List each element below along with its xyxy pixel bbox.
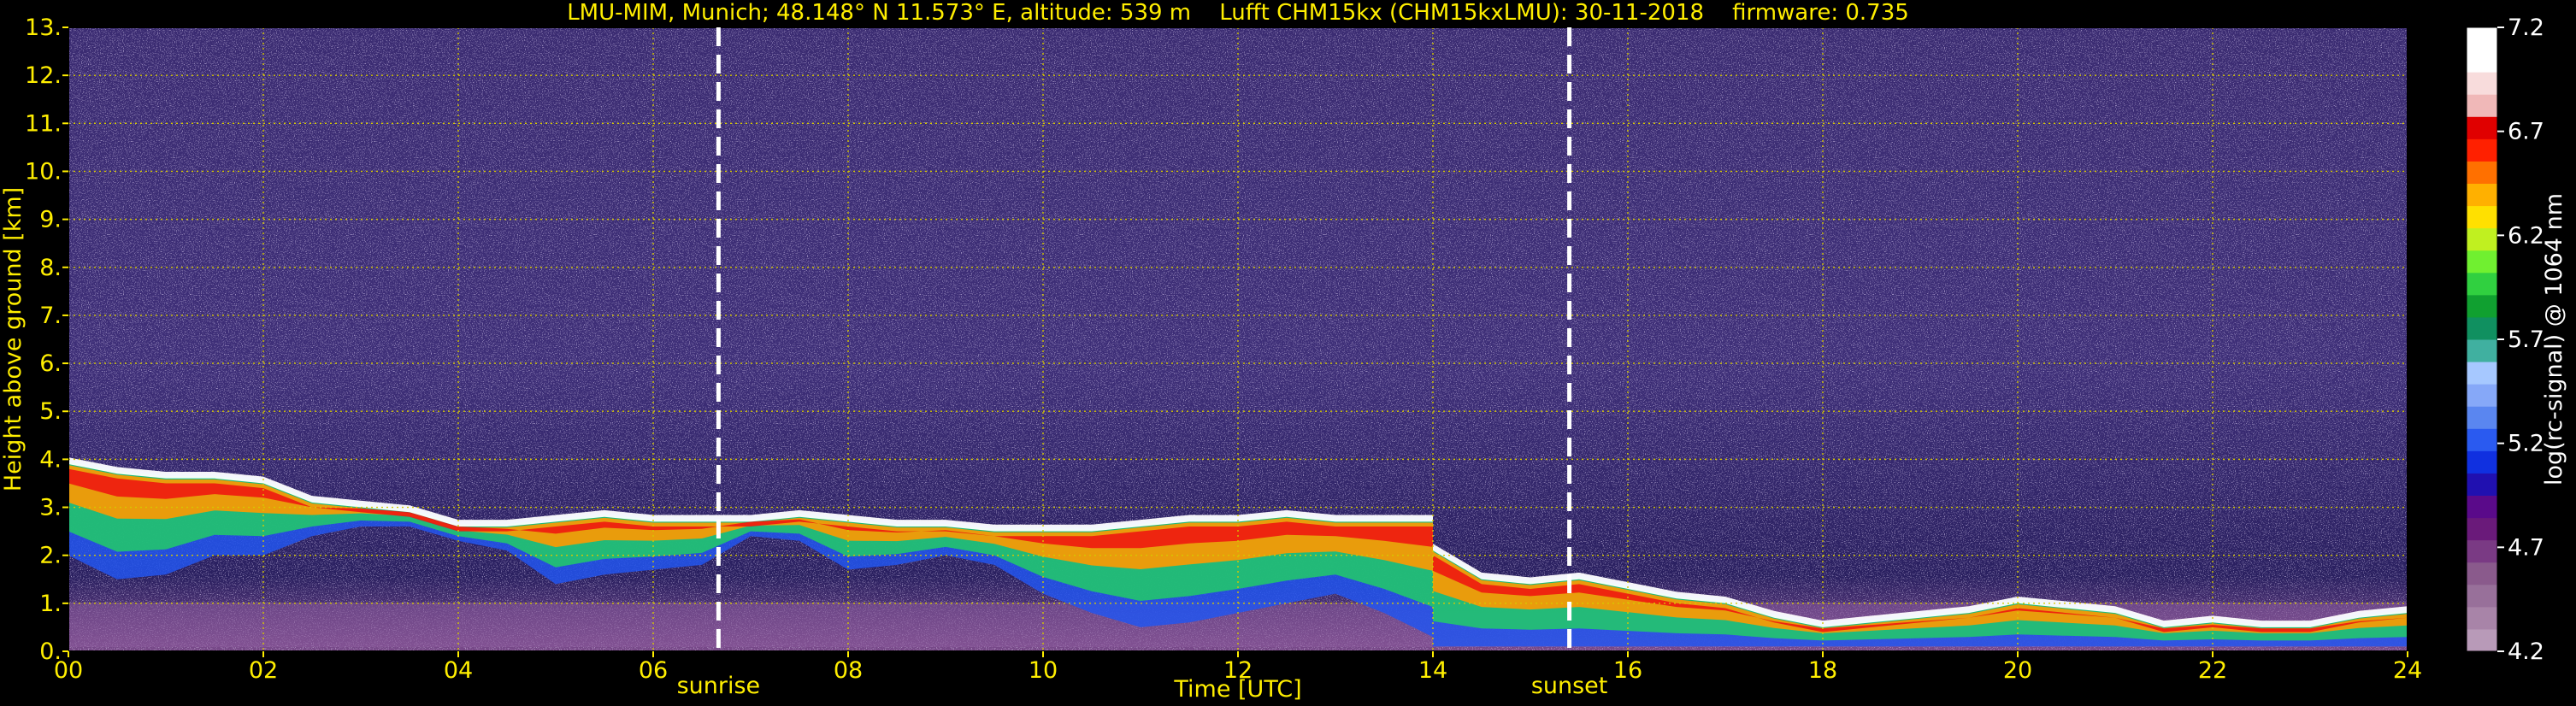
y-tick-label: 0. <box>39 638 62 665</box>
colorbar-swatch <box>2467 183 2497 207</box>
colorbar-swatch <box>2467 27 2497 50</box>
y-axis-ticks: 0. 1. 2. 3. 4. 5. 6. 7. 8. 9. 10. 11. 12. 13. <box>25 15 68 665</box>
colorbar-swatch <box>2467 72 2497 95</box>
x-tick-label: 16 <box>1613 657 1642 684</box>
colorbar-swatch <box>2467 428 2497 451</box>
y-tick-label: 11. <box>25 110 62 137</box>
colorbar-swatch <box>2467 272 2497 296</box>
x-tick-label: 06 <box>639 657 668 684</box>
x-tick-label: 10 <box>1029 657 1058 684</box>
colorbar-swatch <box>2467 294 2497 318</box>
colorbar-swatch <box>2467 205 2497 229</box>
colorbar-tick-label: 5.7 <box>2508 327 2544 353</box>
x-tick-label: 08 <box>834 657 863 684</box>
ceilometer-figure: sunrise sunset 00 02 04 06 08 10 12 14 16 18 20 22 24… <box>0 0 2576 706</box>
colorbar-swatch <box>2467 606 2497 630</box>
colorbar-swatch <box>2467 562 2497 585</box>
colorbar-tick-label: 7.2 <box>2508 15 2544 41</box>
colorbar-swatch <box>2467 339 2497 362</box>
colorbar-swatch <box>2467 406 2497 429</box>
y-tick-label: 4. <box>39 446 62 473</box>
marker-label-sunset: sunset <box>1531 673 1608 699</box>
y-tick-label: 5. <box>39 398 62 425</box>
y-tick-label: 3. <box>39 495 62 521</box>
colorbar-swatch <box>2467 473 2497 496</box>
colorbar-tick-label: 5.2 <box>2508 431 2544 457</box>
x-tick-label: 18 <box>1808 657 1837 684</box>
y-axis-label: Height above ground [km] <box>0 187 27 491</box>
colorbar-swatch <box>2467 450 2497 474</box>
x-tick-label: 24 <box>2393 657 2422 684</box>
colorbar-swatch <box>2467 116 2497 139</box>
colorbar-swatch <box>2467 94 2497 117</box>
y-tick-label: 9. <box>39 207 62 233</box>
y-tick-label: 7. <box>39 303 62 329</box>
colorbar-tick-label: 4.2 <box>2508 638 2544 665</box>
x-tick-label: 20 <box>2003 657 2032 684</box>
x-tick-label: 14 <box>1418 657 1447 684</box>
colorbar-swatch <box>2467 161 2497 184</box>
colorbar-swatch <box>2467 539 2497 563</box>
colorbar-swatch <box>2467 362 2497 385</box>
colorbar-swatch <box>2467 495 2497 519</box>
colorbar-label: log(rc-signal) @ 1064 nm <box>2541 193 2567 485</box>
colorbar-ticks: 4.2 4.7 5.2 5.7 6.2 6.7 7.2 <box>2497 15 2544 665</box>
colorbar-swatch <box>2467 517 2497 541</box>
marker-label-sunrise: sunrise <box>677 673 761 699</box>
y-tick-label: 6. <box>39 350 62 377</box>
y-tick-label: 2. <box>39 543 62 569</box>
y-tick-label: 10. <box>25 158 62 185</box>
colorbar-swatch <box>2467 316 2497 340</box>
x-tick-label: 02 <box>249 657 278 684</box>
colorbar-swatches <box>2467 27 2497 652</box>
colorbar-swatch <box>2467 250 2497 274</box>
x-tick-label: 22 <box>2198 657 2227 684</box>
colorbar-tick-label: 6.7 <box>2508 119 2544 145</box>
colorbar-swatch <box>2467 227 2497 251</box>
chart-title: LMU-MIM, Munich; 48.148° N 11.573° E, al… <box>567 0 1909 26</box>
colorbar-tick-label: 4.7 <box>2508 534 2544 561</box>
colorbar: 4.2 4.7 5.2 5.7 6.2 6.7 7.2 log(rc-signal) @ 1… <box>2466 15 2567 665</box>
y-tick-label: 13. <box>25 15 62 41</box>
colorbar-swatch <box>2467 138 2497 162</box>
y-tick-label: 1. <box>39 591 62 617</box>
colorbar-swatch <box>2467 584 2497 608</box>
colorbar-swatch <box>2467 628 2497 652</box>
colorbar-tick-label: 6.2 <box>2508 222 2544 249</box>
x-tick-label: 04 <box>444 657 473 684</box>
y-tick-label: 12. <box>25 62 62 89</box>
x-axis-label: Time [UTC] <box>1173 676 1301 703</box>
y-tick-label: 8. <box>39 255 62 281</box>
ceilometer-chart: sunrise sunset 00 02 04 06 08 10 12 14 16 18 20 22 24… <box>0 0 2567 703</box>
colorbar-swatch <box>2467 50 2497 73</box>
colorbar-swatch <box>2467 384 2497 407</box>
